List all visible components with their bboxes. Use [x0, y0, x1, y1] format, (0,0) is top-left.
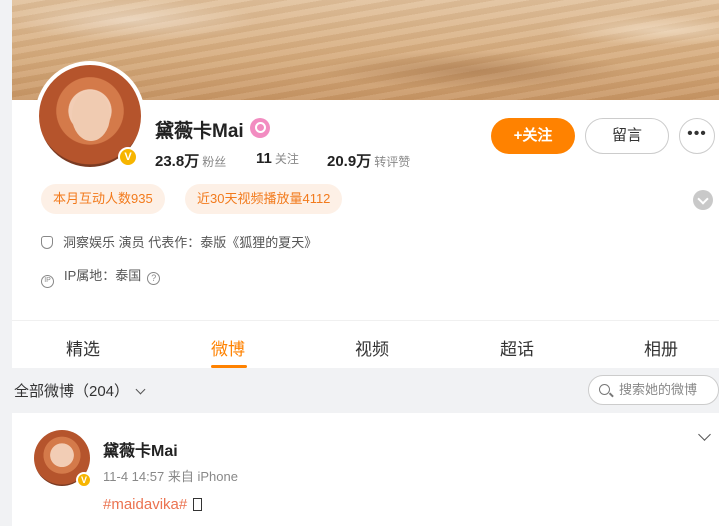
stat-following-value: 11 — [256, 150, 272, 167]
tab-featured[interactable]: 精选 — [66, 335, 100, 360]
ip-icon: IP — [41, 275, 54, 288]
profile-info-text: 洞察娱乐 演员 代表作：泰版《狐狸的夏天》 — [63, 235, 318, 250]
tab-weibo[interactable]: 微博 — [211, 335, 245, 360]
tab-super-topic[interactable]: 超话 — [500, 335, 534, 360]
shield-icon — [41, 236, 53, 249]
super-topic-badge-icon[interactable] — [250, 118, 270, 138]
stat-following-label: 关注 — [274, 152, 299, 166]
post-source: 来自 iPhone — [167, 469, 238, 484]
stat-followers-value: 23.8万 — [155, 153, 200, 170]
avatar-face — [72, 91, 110, 141]
more-options-button[interactable]: ••• — [679, 118, 715, 154]
chevron-down-icon — [135, 384, 146, 395]
post-author-name[interactable]: 黛薇卡Mai — [103, 437, 178, 461]
tab-albums[interactable]: 相册 — [644, 335, 678, 360]
ip-location-text: IP属地：泰国 — [64, 268, 142, 283]
stat-reposts-value: 20.9万 — [327, 153, 372, 170]
active-tab-indicator — [211, 365, 247, 368]
post-verified-badge-icon: V — [76, 472, 92, 488]
all-posts-filter-label: 全部微博（204） — [14, 383, 130, 400]
verified-badge-icon: V — [118, 147, 138, 167]
post-text: #maidavika# — [103, 496, 203, 513]
stat-following[interactable]: 11 关注 — [256, 150, 299, 167]
help-icon[interactable]: ? — [147, 272, 161, 285]
monthly-interaction-pill[interactable]: 本月互动人数935 — [41, 184, 165, 214]
profile-name: 黛薇卡Mai — [155, 121, 244, 142]
tab-videos[interactable]: 视频 — [355, 335, 389, 360]
post-hashtag[interactable]: #maidavika# — [103, 496, 187, 513]
all-posts-filter[interactable]: 全部微博（204） — [14, 380, 146, 401]
message-button[interactable]: 留言 — [585, 118, 669, 154]
stat-followers[interactable]: 23.8万 粉丝 — [155, 150, 226, 171]
search-icon — [599, 384, 610, 395]
post-time[interactable]: 11-4 14:57 — [103, 469, 164, 484]
search-her-posts-input[interactable]: 搜索她的微博 — [588, 375, 719, 405]
expand-chevron-icon[interactable] — [693, 190, 713, 210]
ip-location-row: IP IP属地：泰国? — [41, 265, 161, 288]
stat-reposts-label: 转评赞 — [374, 155, 411, 169]
video-views-pill[interactable]: 近30天视频播放量4112 — [185, 184, 343, 214]
stat-reposts-likes[interactable]: 20.9万 转评赞 — [327, 150, 410, 171]
profile-info-row: 洞察娱乐 演员 代表作：泰版《狐狸的夏天》 — [41, 232, 317, 251]
stat-followers-label: 粉丝 — [202, 155, 227, 169]
search-placeholder: 搜索她的微博 — [619, 382, 698, 397]
profile-tabs: 精选 微博 视频 超话 相册 — [12, 320, 719, 368]
post-meta: 11-4 14:57 来自 iPhone — [103, 466, 238, 485]
emoji-placeholder-icon — [193, 498, 203, 511]
follow-button[interactable]: +关注 — [491, 118, 575, 154]
